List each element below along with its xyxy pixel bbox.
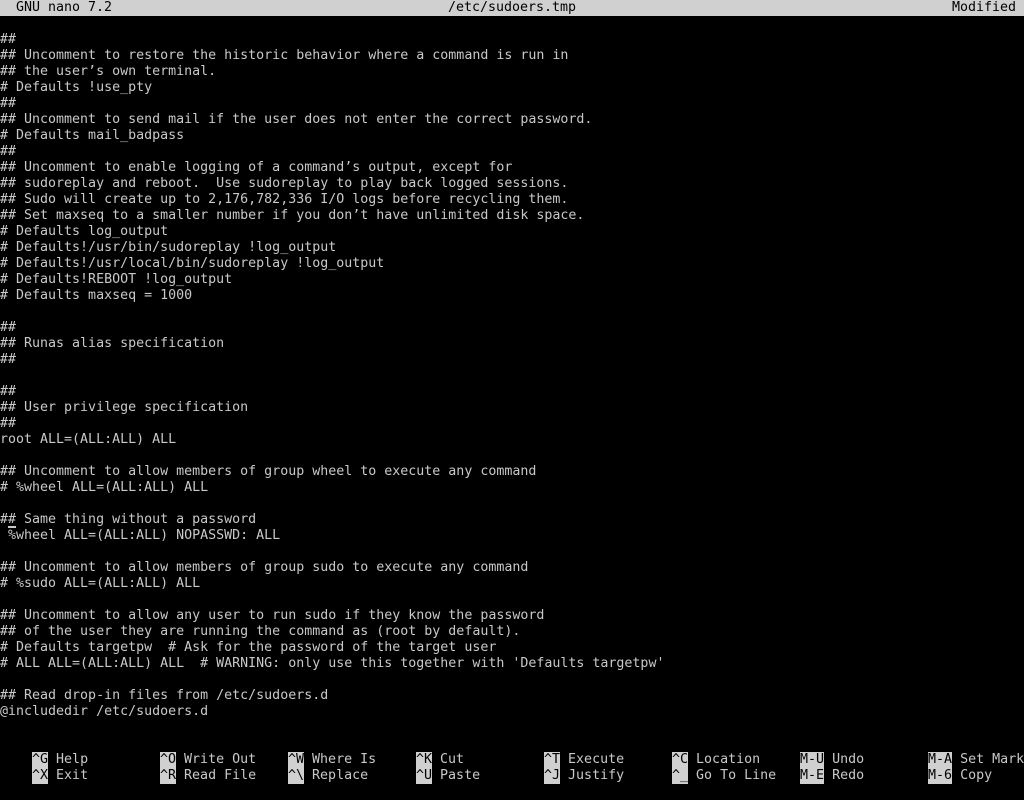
- modified-status: Modified: [951, 0, 1016, 15]
- shortcut-paste[interactable]: ^U Paste: [384, 752, 480, 784]
- shortcut-bar: ^G Help ^O Write Out ^W Where Is ^K Cut ^T Ex…: [0, 736, 1024, 784]
- editor-line: ## Sudo will create up to 2,176,782,336 …: [0, 192, 569, 207]
- editor-line: ## Set maxseq to a smaller number if you…: [0, 208, 585, 223]
- editor-line: ## Uncomment to allow members of group w…: [0, 464, 537, 479]
- shortcut-undo[interactable]: M-U Undo: [768, 736, 864, 768]
- shortcut-copy[interactable]: M-6 Copy: [896, 752, 992, 784]
- editor-line: ## Runas alias specification: [0, 336, 225, 351]
- editor-line: # %wheel ALL=(ALL:ALL) ALL: [0, 480, 209, 495]
- shortcut-label: Exit: [56, 768, 89, 783]
- shortcut-label: Read File: [184, 768, 257, 783]
- shortcut-key: M-E: [800, 768, 825, 784]
- editor-line: ##: [0, 384, 17, 399]
- editor-line: ## Uncomment to allow members of group s…: [0, 560, 529, 575]
- shortcut-key: ^R: [160, 768, 177, 784]
- editor-line: ##: [0, 416, 17, 431]
- editor-line: ## User privilege specification: [0, 400, 249, 415]
- shortcut-key: ^J: [544, 768, 561, 784]
- app-version: GNU nano 7.2: [16, 0, 113, 15]
- file-name: /etc/sudoers.tmp: [447, 0, 577, 15]
- editor-line: # Defaults log_output: [0, 224, 169, 239]
- shortcut-redo[interactable]: M-E Redo: [768, 752, 864, 784]
- editor-line: # Defaults!/usr/bin/sudoreplay !log_outp…: [0, 240, 337, 255]
- shortcut-key: ^_: [672, 768, 689, 784]
- shortcut-label: Redo: [832, 768, 865, 783]
- shortcut-exit[interactable]: ^X Exit: [0, 752, 88, 784]
- shortcut-justify[interactable]: ^J Justify: [512, 752, 624, 784]
- editor-line: # %sudo ALL=(ALL:ALL) ALL: [0, 576, 201, 591]
- editor-line-current: %wheel ALL=(ALL:ALL) NOPASSWD: ALL: [0, 528, 281, 543]
- editor-line: ##: [0, 96, 17, 111]
- shortcut-label: Go To Line: [696, 768, 777, 783]
- editor-line: ##: [0, 144, 17, 159]
- editor-line: ##: [0, 32, 17, 47]
- editor-text-area[interactable]: ## ## Uncomment to restore the historic …: [0, 32, 1024, 720]
- editor-line: ## the user’s own terminal.: [0, 64, 217, 79]
- shortcut-execute[interactable]: ^T Execute: [512, 736, 624, 768]
- shortcut-set-mark[interactable]: M-A Set Mark: [896, 736, 1024, 768]
- shortcut-cut[interactable]: ^K Cut: [384, 736, 464, 768]
- editor-line: ## Uncomment to send mail if the user do…: [0, 112, 593, 127]
- editor-line: # Defaults targetpw # Ask for the passwo…: [0, 640, 497, 655]
- editor-line: @includedir /etc/sudoers.d: [0, 704, 209, 719]
- editor-line: # Defaults!/usr/local/bin/sudoreplay !lo…: [0, 256, 385, 271]
- shortcut-key: ^X: [32, 768, 49, 784]
- text-cursor: [8, 526, 16, 528]
- editor-line: ## Same thing without a password: [0, 512, 257, 527]
- editor-line: ## Uncomment to enable logging of a comm…: [0, 160, 513, 175]
- editor-line: ##: [0, 352, 17, 367]
- shortcut-key: ^\: [288, 768, 305, 784]
- shortcut-key: M-6: [928, 768, 953, 784]
- editor-line: root ALL=(ALL:ALL) ALL: [0, 432, 177, 447]
- editor-line: ## Uncomment to restore the historic beh…: [0, 48, 569, 63]
- editor-line: ## of the user they are running the comm…: [0, 624, 521, 639]
- shortcut-label: Paste: [440, 768, 481, 783]
- title-bar: /etc/sudoers.tmp GNU nano 7.2 Modified: [0, 0, 1024, 16]
- shortcut-location[interactable]: ^C Location: [640, 736, 760, 768]
- shortcut-read-file[interactable]: ^R Read File: [128, 752, 256, 784]
- shortcut-write-out[interactable]: ^O Write Out: [128, 736, 256, 768]
- shortcut-key: ^U: [416, 768, 433, 784]
- editor-line: # Defaults!REBOOT !log_output: [0, 272, 233, 287]
- shortcut-replace[interactable]: ^\ Replace: [256, 752, 368, 784]
- shortcut-help[interactable]: ^G Help: [0, 736, 88, 768]
- editor-line: ## sudoreplay and reboot. Use sudoreplay…: [0, 176, 569, 191]
- shortcut-label: Copy: [960, 768, 993, 783]
- editor-line: # ALL ALL=(ALL:ALL) ALL # WARNING: only …: [0, 656, 665, 671]
- editor-line: # Defaults mail_badpass: [0, 128, 185, 143]
- shortcut-label: Justify: [568, 768, 625, 783]
- editor-line: ## Read drop-in files from /etc/sudoers.…: [0, 688, 329, 703]
- editor-line: ##: [0, 320, 17, 335]
- editor-line: # Defaults !use_pty: [0, 80, 153, 95]
- editor-line: ## Uncomment to allow any user to run su…: [0, 608, 545, 623]
- shortcut-label: Replace: [312, 768, 369, 783]
- editor-line: # Defaults maxseq = 1000: [0, 288, 193, 303]
- shortcut-go-to-line[interactable]: ^_ Go To Line: [640, 752, 776, 784]
- shortcut-where-is[interactable]: ^W Where Is: [256, 736, 376, 768]
